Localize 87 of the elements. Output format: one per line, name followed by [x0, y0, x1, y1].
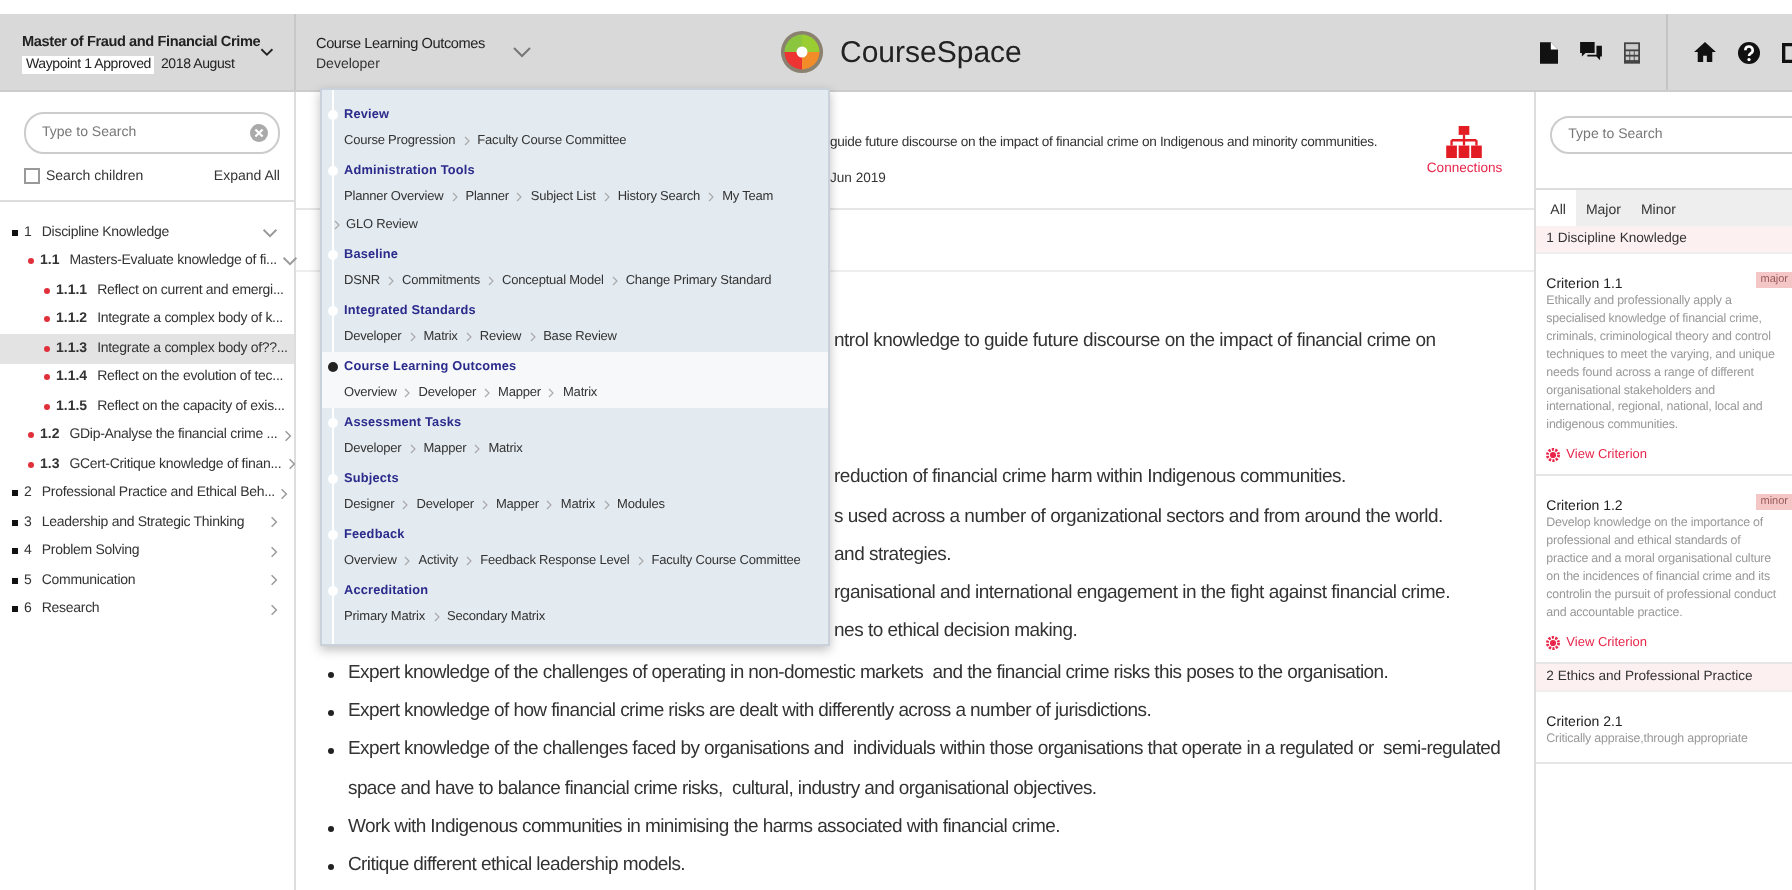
chevron-right-icon: [708, 192, 715, 202]
chevron-right-icon: [484, 388, 491, 398]
description-text: ntrol knowledge to guide future discourse on the impact of financial crime on: [834, 328, 1436, 356]
bullet-icon: [44, 374, 50, 381]
chevron-right-icon: [481, 500, 488, 510]
chevron-right-icon: [433, 612, 439, 622]
chevron-right-icon: [404, 556, 411, 566]
chevron-right-icon: [334, 220, 340, 230]
bullet-icon: [44, 403, 50, 410]
chevron-right-icon: [611, 276, 618, 286]
bullet-icon: [44, 345, 50, 352]
chevron-right-icon: [465, 332, 472, 342]
menu-dot-icon: [328, 250, 338, 260]
help-icon[interactable]: [1738, 41, 1760, 63]
chevron-right-icon: [637, 556, 644, 566]
chevron-right-icon: [474, 444, 481, 454]
menu-dot-icon: [328, 530, 338, 540]
chevron-right-icon[interactable]: [283, 429, 292, 442]
menu-dot-icon: [328, 474, 338, 484]
chevron-down-icon[interactable]: [260, 46, 274, 58]
bullet-icon: [328, 748, 334, 755]
chevron-right-icon: [404, 388, 411, 398]
chevron-right-icon: [463, 136, 470, 146]
bullet-icon: [328, 825, 334, 832]
bullet-icon: [12, 548, 18, 555]
outcome-text: s used across a number of organizational sectors and from around the world.: [834, 503, 1443, 532]
menu-dot-icon: [328, 586, 338, 596]
bullet-icon: [328, 671, 334, 678]
chevron-right-icon: [466, 556, 473, 566]
chevron-right-icon[interactable]: [270, 574, 278, 587]
bullet-icon: [12, 606, 18, 613]
chevron-right-icon: [546, 500, 553, 510]
menu-dot-icon: [328, 166, 338, 176]
chevron-right-icon[interactable]: [270, 545, 278, 558]
outcome-text: nes to ethical decision making.: [834, 618, 1078, 647]
chevron-right-icon[interactable]: [270, 603, 278, 616]
outcome-text: and strategies.: [834, 541, 952, 570]
outcome-text: Expert knowledge of how financial crime risks are dealt with differently across a number of jurisdictions.: [348, 698, 1152, 727]
chevron-right-icon: [402, 500, 409, 510]
chevron-right-icon[interactable]: [287, 458, 296, 471]
bullet-icon: [28, 258, 34, 265]
outcome-text: rganisational and international engagement in the fight against financial crime.: [834, 580, 1450, 609]
logo-icon: [780, 30, 824, 74]
outcome-text: Work with Indigenous communities in minimising the harms associated with financial crime.: [348, 813, 1060, 842]
bullet-icon: [328, 864, 334, 871]
clear-icon[interactable]: [250, 124, 268, 142]
hierarchy-icon: [1446, 126, 1483, 158]
bullet-icon: [12, 490, 18, 497]
gear-icon: [1546, 635, 1561, 650]
home-icon[interactable]: [1694, 42, 1716, 62]
menu-dot-icon: [328, 362, 338, 372]
bullet-icon: [12, 519, 18, 526]
outcome-text: Expert knowledge of the challenges faced by organisations and individuals within those organisations that operate in a regulated or semi-regulated space and have to balance financial crime risks, cultural, industry and organisational objectives.: [348, 736, 1503, 804]
bullet-icon: [328, 710, 334, 717]
checkbox[interactable]: [24, 168, 40, 184]
outcome-text: reduction of financial crime harm within Indigenous communities.: [834, 464, 1346, 493]
document-icon[interactable]: [1540, 41, 1558, 63]
chevron-right-icon: [488, 276, 495, 286]
bullet-icon: [28, 432, 34, 439]
app-name: CourseSpace: [840, 35, 1022, 69]
gear-icon: [1546, 448, 1561, 463]
bullet-icon: [12, 229, 18, 236]
menu-dot-icon: [328, 306, 338, 316]
chevron-right-icon[interactable]: [270, 516, 278, 529]
chevron-right-icon: [529, 332, 536, 342]
calculator-icon[interactable]: [1624, 41, 1640, 63]
chevron-right-icon: [409, 332, 416, 342]
chevron-down-icon: [282, 256, 299, 267]
exit-icon[interactable]: [1782, 41, 1792, 63]
menu-dot-icon: [328, 110, 338, 120]
chevron-right-icon: [548, 388, 555, 398]
chat-icon[interactable]: [1580, 42, 1602, 62]
chevron-right-icon: [388, 276, 395, 286]
bullet-icon: [44, 287, 50, 294]
bullet-icon: [28, 461, 34, 468]
chevron-right-icon: [409, 444, 416, 454]
chevron-right-icon: [451, 192, 458, 202]
bullet-icon: [44, 316, 50, 323]
chevron-right-icon: [603, 192, 610, 202]
chevron-right-icon[interactable]: [280, 487, 289, 500]
outcome-text: Critique different ethical leadership models.: [348, 852, 686, 881]
bullet-icon: [12, 577, 18, 584]
chevron-right-icon: [516, 192, 523, 202]
chevron-right-icon: [603, 500, 610, 510]
outcome-text: Expert knowledge of the challenges of operating in non-domestic markets and the financial crime risks this poses to the organisation.: [348, 659, 1389, 688]
chevron-down-icon: [262, 227, 278, 238]
menu-dot-icon: [328, 418, 338, 428]
